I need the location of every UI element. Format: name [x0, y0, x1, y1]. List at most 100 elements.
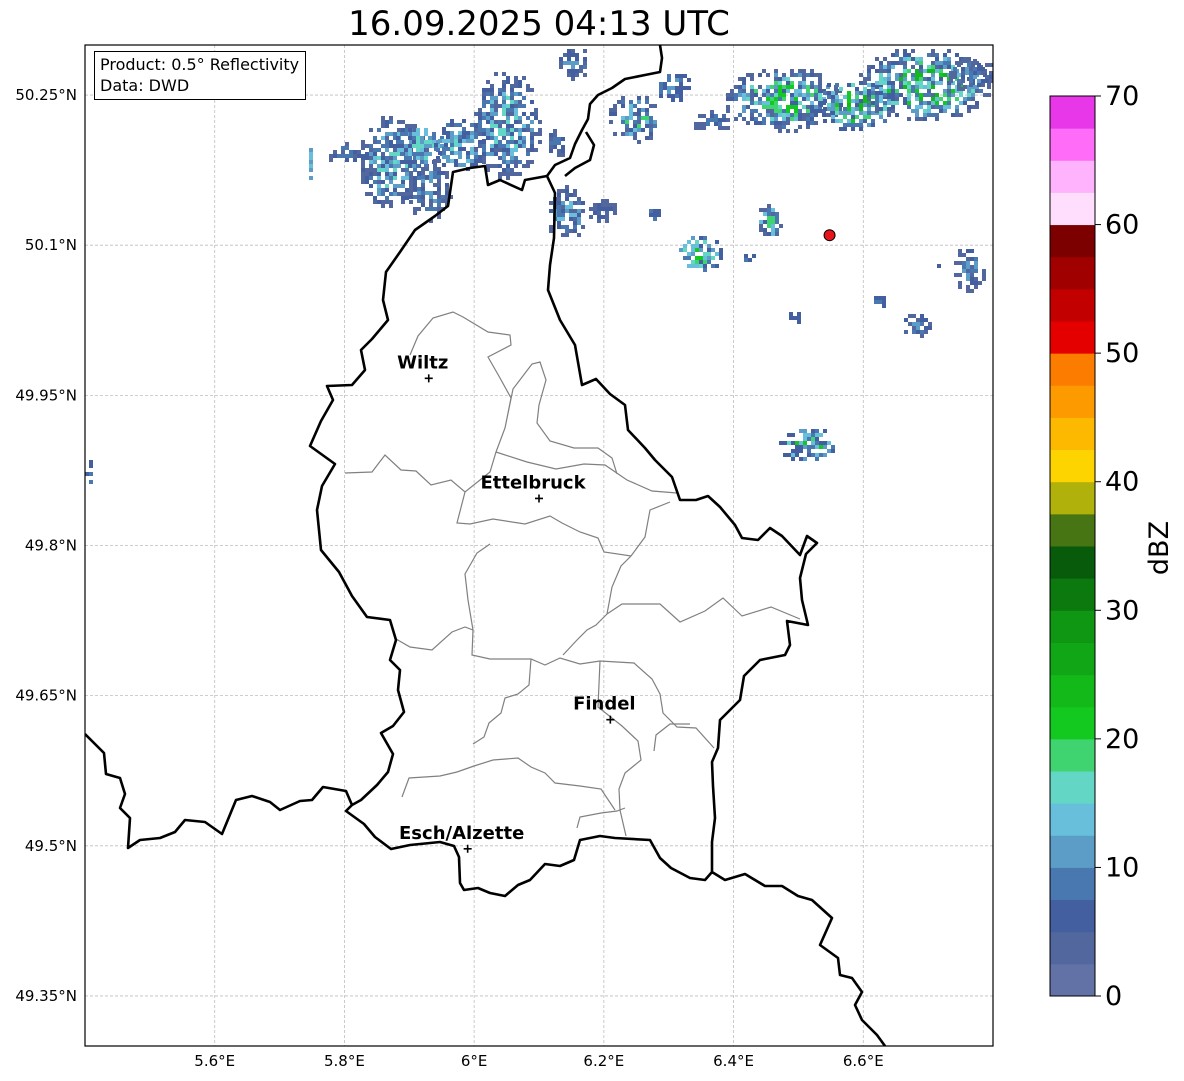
echo-pixel	[649, 116, 653, 120]
echo-pixel	[494, 120, 498, 124]
echo-pixel	[397, 148, 401, 152]
echo-pixel	[482, 152, 486, 156]
echo-pixel	[750, 117, 754, 121]
echo-pixel	[514, 148, 518, 152]
echo-pixel	[822, 113, 826, 117]
echo-pixel	[522, 144, 526, 148]
echo-pixel	[823, 445, 827, 449]
echo-pixel	[774, 89, 778, 93]
echo-pixel	[879, 107, 883, 111]
echo-pixel	[954, 273, 958, 277]
echo-pixel	[799, 441, 803, 445]
echo-pixel	[416, 144, 420, 148]
echo-pixel	[420, 152, 424, 156]
echo-pixel	[474, 155, 478, 159]
echo-pixel	[831, 119, 835, 123]
echo-pixel	[823, 99, 827, 103]
echo-pixel	[711, 248, 715, 252]
echo-pixel	[874, 296, 878, 300]
echo-pixel	[790, 97, 794, 101]
echo-pixel	[408, 164, 412, 168]
echo-pixel	[510, 104, 514, 108]
echo-pixel	[645, 96, 649, 100]
echo-pixel	[847, 111, 851, 115]
echo-pixel	[718, 122, 722, 126]
echo-pixel	[633, 112, 637, 116]
colorbar: 010203040506070 dBZ	[1049, 81, 1175, 1010]
echo-pixel	[361, 176, 365, 180]
echo-pixel	[667, 94, 671, 98]
echo-pixel	[534, 112, 538, 116]
echo-pixel	[839, 119, 843, 123]
echo-pixel	[928, 326, 932, 330]
echo-pixel	[412, 140, 416, 144]
echo-pixel	[904, 330, 908, 334]
echo-pixel	[767, 216, 771, 220]
echo-pixel	[961, 87, 965, 91]
echo-pixel	[385, 156, 389, 160]
echo-pixel	[798, 113, 802, 117]
echo-pixel	[750, 97, 754, 101]
echo-pixel	[429, 171, 433, 175]
echo-pixel	[404, 144, 408, 148]
echo-pixel	[575, 57, 579, 61]
echo-pixel	[421, 171, 425, 175]
echo-pixel	[577, 209, 581, 213]
echo-pixel	[778, 113, 782, 117]
echo-pixel	[613, 104, 617, 108]
echo-pixel	[987, 85, 991, 89]
echo-pixel	[579, 65, 583, 69]
echo-pixel	[506, 116, 510, 120]
echo-pixel	[361, 160, 365, 164]
echo-pixel	[675, 90, 679, 94]
echo-pixel	[911, 49, 915, 53]
echo-pixel	[851, 99, 855, 103]
echo-pixel	[974, 285, 978, 289]
echo-pixel	[433, 199, 437, 203]
echo-pixel	[416, 148, 420, 152]
echo-pixel	[437, 199, 441, 203]
echo-pixel	[450, 123, 454, 127]
echo-pixel	[458, 163, 462, 167]
city-markers: WiltzEttelbruckFindelEsch/Alzette	[397, 352, 636, 853]
echo-pixel	[446, 131, 450, 135]
echo-pixel	[478, 116, 482, 120]
echo-pixel	[466, 139, 470, 143]
echo-pixel	[954, 261, 958, 265]
echo-pixel	[766, 113, 770, 117]
echo-pixel	[329, 158, 333, 162]
echo-pixel	[466, 135, 470, 139]
echo-pixel	[927, 65, 931, 69]
echo-pixel	[530, 120, 534, 124]
echo-pixel	[522, 76, 526, 80]
echo-pixel	[943, 73, 947, 77]
echo-pixel	[474, 124, 478, 128]
echo-pixel	[561, 217, 565, 221]
echo-pixel	[883, 107, 887, 111]
echo-pixel	[567, 57, 571, 61]
echo-pixel	[953, 67, 957, 71]
echo-pixel	[561, 205, 565, 209]
echo-pixel	[408, 156, 412, 160]
echo-pixel	[790, 69, 794, 73]
echo-pixel	[703, 252, 707, 256]
echo-pixel	[698, 122, 702, 126]
echo-pixel	[799, 445, 803, 449]
echo-pixel	[891, 81, 895, 85]
echo-pixel	[416, 164, 420, 168]
echo-pixel	[738, 77, 742, 81]
echo-pixel	[939, 105, 943, 109]
echo-pixel	[903, 81, 907, 85]
echo-pixel	[939, 81, 943, 85]
echo-pixel	[703, 264, 707, 268]
echo-pixel	[369, 144, 373, 148]
echo-pixel	[915, 89, 919, 93]
echo-pixel	[405, 196, 409, 200]
colorbar-swatch	[1050, 449, 1095, 483]
echo-pixel	[695, 240, 699, 244]
echo-pixel	[943, 57, 947, 61]
echo-pixel	[895, 53, 899, 57]
echo-pixel	[887, 93, 891, 97]
echo-pixel	[687, 78, 691, 82]
echo-pixel	[649, 128, 653, 132]
